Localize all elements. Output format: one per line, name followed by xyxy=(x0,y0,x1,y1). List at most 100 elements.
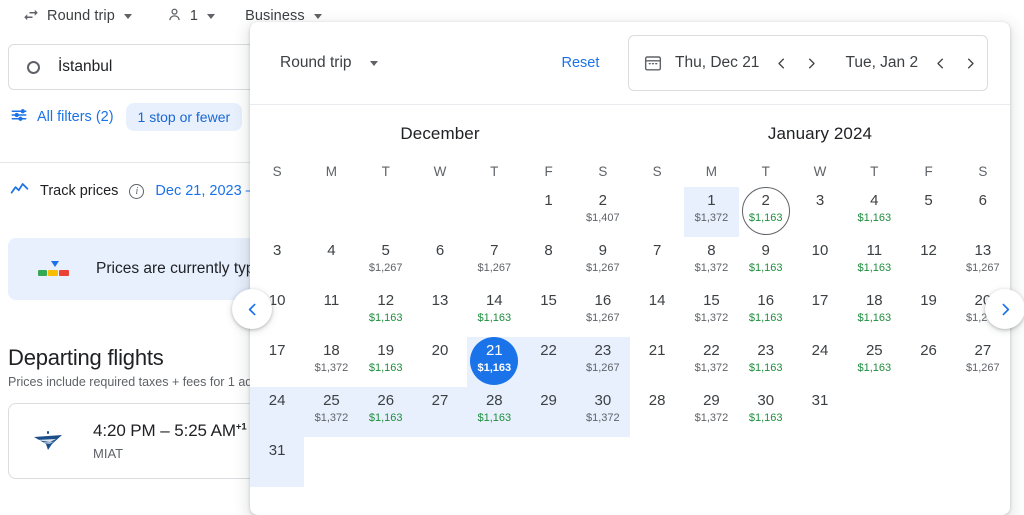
day-cell[interactable]: 15 $1,372 xyxy=(684,287,738,337)
day-cell-empty xyxy=(359,437,413,487)
weekday-label-6: S xyxy=(978,164,988,179)
trip-type-selector[interactable]: Round trip xyxy=(14,2,140,31)
day-cell[interactable]: 21 xyxy=(630,337,684,387)
day-cell[interactable]: 26 $1,163 xyxy=(358,387,414,437)
track-date-range[interactable]: Dec 21, 2023 – J xyxy=(155,183,265,199)
day-cell[interactable]: 28 xyxy=(630,387,684,437)
day-price: $1,163 xyxy=(748,312,783,324)
day-cell[interactable]: 21 $1,163 xyxy=(467,337,522,387)
departure-next-day-button[interactable] xyxy=(801,53,821,73)
day-cell[interactable]: 11 $1,163 xyxy=(847,237,901,287)
all-filters-button[interactable]: All filters (2) xyxy=(10,106,114,128)
day-cell[interactable]: 31 xyxy=(793,387,847,437)
day-cell[interactable]: 3 xyxy=(793,187,847,237)
day-number: 2 xyxy=(598,192,608,209)
day-cell[interactable]: 23 $1,163 xyxy=(739,337,793,387)
day-price: $1,372 xyxy=(694,362,729,374)
day-number: 28 xyxy=(648,392,666,409)
day-cell[interactable]: 2 $1,407 xyxy=(576,187,630,237)
day-cell[interactable]: 11 xyxy=(304,287,358,337)
day-cell[interactable]: 13 xyxy=(413,287,467,337)
day-cell[interactable]: 16 $1,267 xyxy=(576,287,630,337)
day-cell[interactable]: 17 xyxy=(250,337,304,387)
origin-value: İstanbul xyxy=(58,58,113,75)
day-cell[interactable]: 5 $1,267 xyxy=(359,237,413,287)
day-cell[interactable]: 25 $1,163 xyxy=(847,337,901,387)
day-cell[interactable]: 22 xyxy=(521,337,576,387)
day-price: $1,267 xyxy=(368,262,403,274)
day-cell[interactable]: 1 xyxy=(521,187,575,237)
return-next-day-button[interactable] xyxy=(960,53,980,73)
departure-date-value[interactable]: Thu, Dec 21 xyxy=(675,54,759,72)
day-cell[interactable]: 18 $1,372 xyxy=(304,337,358,387)
day-cell[interactable]: 17 xyxy=(793,287,847,337)
day-cell[interactable]: 25 $1,372 xyxy=(304,387,359,437)
day-cell[interactable]: 8 xyxy=(521,237,575,287)
day-number: 27 xyxy=(431,392,449,409)
day-price: $1,372 xyxy=(586,412,620,424)
return-date-value[interactable]: Tue, Jan 2 xyxy=(845,54,918,72)
weekday-label-1: M xyxy=(325,164,338,179)
day-cell[interactable]: 20 xyxy=(413,337,467,387)
day-cell[interactable]: 29 $1,372 xyxy=(684,387,738,437)
day-number: 4 xyxy=(327,242,336,259)
return-prev-day-button[interactable] xyxy=(930,53,950,73)
day-cell[interactable]: 7 $1,267 xyxy=(467,237,521,287)
day-number: 1 xyxy=(544,192,553,209)
day-cell[interactable]: 14 $1,163 xyxy=(467,287,521,337)
day-cell[interactable]: 5 xyxy=(901,187,955,237)
day-cell[interactable]: 8 $1,372 xyxy=(684,237,738,287)
day-price: $1,372 xyxy=(694,412,729,424)
divider xyxy=(0,162,250,163)
day-cell[interactable]: 27 $1,267 xyxy=(956,337,1010,387)
day-cell[interactable]: 9 $1,267 xyxy=(576,237,630,287)
day-cell[interactable]: 2 $1,163 xyxy=(739,187,793,237)
day-cell[interactable]: 31 xyxy=(250,437,305,487)
stops-filter-chip[interactable]: 1 stop or fewer xyxy=(125,103,243,131)
day-cell[interactable]: 9 $1,163 xyxy=(739,237,793,287)
day-number: 29 xyxy=(703,392,720,409)
calendar-trip-type-selector[interactable]: Round trip xyxy=(272,48,386,78)
day-cell[interactable]: 18 $1,163 xyxy=(847,287,901,337)
day-cell[interactable]: 22 $1,372 xyxy=(684,337,738,387)
next-months-button[interactable] xyxy=(985,289,1024,329)
info-icon[interactable]: i xyxy=(129,183,145,199)
day-cell[interactable]: 6 xyxy=(956,187,1010,237)
day-number: 20 xyxy=(431,342,449,359)
day-cell[interactable]: 29 xyxy=(521,387,576,437)
day-number: 11 xyxy=(866,242,883,259)
day-cell[interactable]: 30 $1,372 xyxy=(575,387,631,437)
day-cell[interactable]: 24 xyxy=(793,337,847,387)
departure-prev-day-button[interactable] xyxy=(771,53,791,73)
chevron-down-icon xyxy=(207,13,216,19)
previous-months-button[interactable] xyxy=(232,289,272,329)
reset-button[interactable]: Reset xyxy=(554,49,608,77)
day-cell[interactable]: 23 $1,267 xyxy=(575,337,631,387)
day-cell[interactable]: 6 xyxy=(413,237,467,287)
passengers-selector[interactable]: 1 xyxy=(158,2,223,30)
day-cell[interactable]: 19 xyxy=(901,287,955,337)
day-cell[interactable]: 30 $1,163 xyxy=(739,387,793,437)
day-cell[interactable]: 13 $1,267 xyxy=(956,237,1010,287)
day-cell[interactable]: 19 $1,163 xyxy=(359,337,413,387)
day-cell[interactable]: 27 xyxy=(412,387,468,437)
day-cell[interactable]: 16 $1,163 xyxy=(739,287,793,337)
day-cell[interactable]: 26 xyxy=(901,337,955,387)
price-gauge-icon xyxy=(38,261,70,277)
day-cell[interactable]: 4 $1,163 xyxy=(847,187,901,237)
day-cell[interactable]: 24 xyxy=(250,387,305,437)
day-number: 25 xyxy=(323,392,340,409)
day-cell[interactable]: 4 xyxy=(304,237,358,287)
day-cell[interactable]: 3 xyxy=(250,237,304,287)
day-cell[interactable]: 28 $1,163 xyxy=(467,387,522,437)
day-cell[interactable]: 1 $1,372 xyxy=(684,187,739,237)
day-cell[interactable]: 15 xyxy=(521,287,575,337)
day-cell[interactable]: 7 xyxy=(630,237,684,287)
calendar-icon xyxy=(643,53,663,73)
day-cell[interactable]: 14 xyxy=(630,287,684,337)
day-cell[interactable]: 12 xyxy=(901,237,955,287)
return-date-steppers xyxy=(930,53,980,73)
day-cell[interactable]: 10 xyxy=(793,237,847,287)
weeks-grid: 1 2 $1,407 3 4 5 $1,267 6 7 $1,267 8 9 $1,267 10 11 12 $… xyxy=(250,187,631,487)
day-cell[interactable]: 12 $1,163 xyxy=(359,287,413,337)
